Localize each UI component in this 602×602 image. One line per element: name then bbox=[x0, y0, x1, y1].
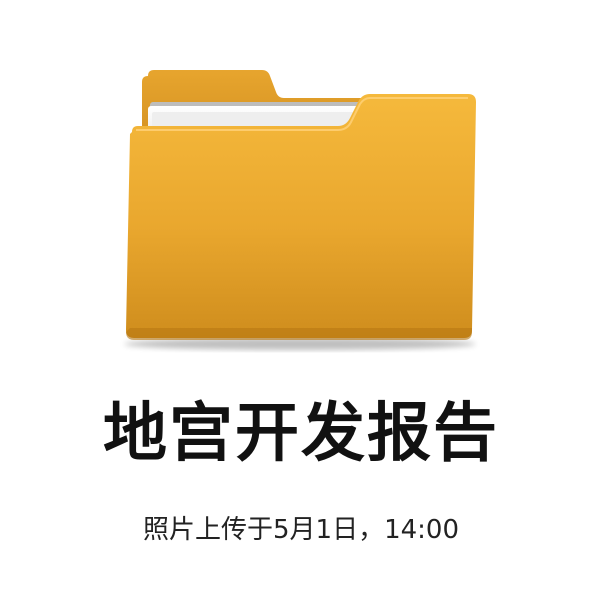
upload-info: 照片上传于5月1日，14:00 bbox=[142, 515, 459, 545]
file-title: 地宫开发报告 bbox=[103, 397, 499, 471]
folder-icon bbox=[124, 70, 476, 350]
